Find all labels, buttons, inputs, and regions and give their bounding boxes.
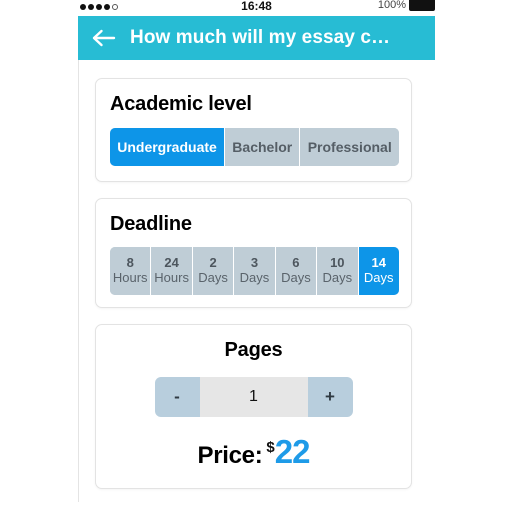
academic-level-option-undergraduate[interactable]: Undergraduate [110,128,226,166]
deadline-option-unit: Days [239,270,270,285]
battery-status: 100% [378,0,435,11]
deadline-option-unit: Days [281,270,311,285]
deadline-option-unit: Days [198,270,228,285]
deadline-option-number: 8 [126,255,134,271]
deadline-segmented-control[interactable]: 8 Hours 24 Hours 2 Days 3 Days 6 Days 10… [110,247,399,295]
deadline-option-10-days[interactable]: 10 Days [317,247,359,295]
status-bar: 16:48 100% [78,0,435,16]
pages-increment-button[interactable]: + [307,377,353,417]
deadline-option-unit: Days [363,270,394,285]
arrow-left-icon [92,29,116,47]
deadline-option-14-days[interactable]: 14 Days [358,247,399,295]
pages-title: Pages [224,339,283,361]
battery-percent-label: 100% [377,0,406,11]
academic-level-option-professional[interactable]: Professional [300,128,399,166]
deadline-option-number: 10 [330,255,345,271]
price-currency-symbol: $ [266,439,275,456]
deadline-option-number: 6 [292,255,300,271]
deadline-option-unit: Hours [154,270,189,285]
price-amount: 22 [274,433,311,470]
app-bar: How much will my essay c… [78,16,435,60]
page-title: How much will my essay c… [130,27,391,48]
deadline-option-unit: Days [322,270,353,285]
deadline-title: Deadline [110,213,192,235]
pages-decrement-button[interactable]: - [154,377,200,417]
deadline-option-6-days[interactable]: 6 Days [275,247,318,295]
deadline-option-8-hours[interactable]: 8 Hours [110,247,152,295]
deadline-option-3-days[interactable]: 3 Days [234,247,276,295]
app-screen: 16:48 100% How much will my essay c… Aca… [0,0,512,512]
pages-value-display[interactable]: 1 [199,377,308,417]
deadline-card: Deadline 8 Hours 24 Hours 2 Days 3 Days [95,198,412,308]
deadline-option-24-hours[interactable]: 24 Hours [151,247,193,295]
deadline-option-unit: Hours [112,270,148,285]
page-content: Academic level Undergraduate Bachelor Pr… [78,60,435,502]
deadline-option-2-days[interactable]: 2 Days [192,247,235,295]
price-label: Price: [197,442,263,469]
academic-level-card: Academic level Undergraduate Bachelor Pr… [95,78,412,182]
deadline-option-number: 2 [209,255,217,271]
battery-icon [409,0,435,11]
pages-quantity-stepper[interactable]: - 1 + [154,377,353,417]
deadline-option-number: 24 [164,255,179,271]
academic-level-option-bachelor[interactable]: Bachelor [225,128,301,166]
price-row: Price: $22 [96,433,411,471]
back-button[interactable] [78,16,130,60]
academic-level-title: Academic level [110,93,252,115]
academic-level-segmented-control[interactable]: Undergraduate Bachelor Professional [110,128,399,166]
pages-card: Pages - 1 + Price: $22 [95,324,412,489]
deadline-option-number: 3 [250,255,259,271]
deadline-option-number: 14 [371,255,386,271]
